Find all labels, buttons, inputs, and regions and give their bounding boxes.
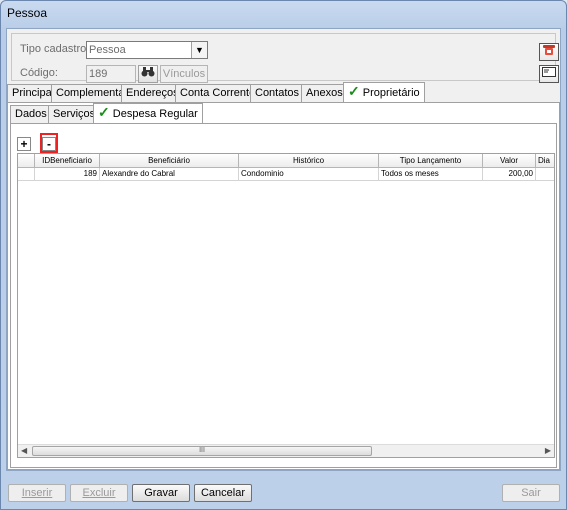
tab-conta-corrente[interactable]: Conta Corrente [175,84,261,102]
column-header-beneficiario[interactable]: Beneficiário [100,154,239,168]
phone-icon [543,45,555,55]
header-panel: Tipo cadastro Pessoa ▼ Código: 189 Víncu… [11,33,559,83]
chevron-down-icon[interactable]: ▼ [191,42,207,58]
tab-proprietario[interactable]: ✓ Proprietário [343,82,425,102]
row-indicator [18,168,35,181]
checkmark-icon: ✓ [348,83,360,99]
add-row-button[interactable]: + [17,137,31,151]
codigo-label: Código: [20,67,58,79]
excluir-button[interactable]: Excluir [70,484,128,502]
row-indicator-header [18,154,35,168]
gravar-label: Gravar [144,487,178,499]
cell-beneficiario[interactable]: Alexandre do Cabral [100,168,239,181]
highlight-box [40,133,58,153]
tipo-cadastro-select[interactable]: Pessoa ▼ [86,41,208,59]
excluir-label: Excluir [82,487,116,499]
tab-despesa-regular[interactable]: ✓ Despesa Regular [93,103,203,123]
gravar-button[interactable]: Gravar [132,484,190,502]
column-header-idbeneficiario[interactable]: IDBeneficiario [35,154,100,168]
sair-label: Sair [521,487,541,499]
inserir-button[interactable]: Inserir [8,484,66,502]
column-header-tipo-lancamento[interactable]: Tipo Lançamento [379,154,483,168]
scrollbar-thumb[interactable]: III [32,446,372,456]
window-title: Pessoa [7,6,48,20]
tab-anexos[interactable]: Anexos [301,84,348,102]
card-icon [542,67,556,77]
cell-valor[interactable]: 200,00 [483,168,536,181]
card-button[interactable] [539,65,559,83]
checkmark-icon: ✓ [98,104,110,120]
horizontal-scrollbar[interactable]: ◀ III ▶ [18,444,554,457]
column-header-dia[interactable]: Dia [536,154,554,168]
inserir-label: Inserir [21,487,53,499]
phone-button[interactable] [539,43,559,61]
search-binoculars-button[interactable] [138,65,158,83]
cell-historico[interactable]: Condominio [239,168,379,181]
cell-idbeneficiario[interactable]: 189 [35,168,100,181]
tab-contatos[interactable]: Contatos [250,84,305,102]
tipo-cadastro-label: Tipo cadastro [20,43,87,55]
pessoa-window: Pessoa Tipo cadastro Pessoa ▼ Código: 18… [0,0,567,510]
codigo-field[interactable]: 189 [86,65,136,83]
cell-tipo-lancamento[interactable]: Todos os meses [379,168,483,181]
window-client-area: Tipo cadastro Pessoa ▼ Código: 189 Víncu… [6,28,561,471]
tab-proprietario-label: Proprietário [362,87,420,99]
column-header-historico[interactable]: Histórico [239,154,379,168]
tipo-cadastro-value: Pessoa [89,44,126,56]
scroll-left-arrow-icon[interactable]: ◀ [21,446,27,455]
cell-dia[interactable]: 1 [536,168,554,181]
vinculos-button[interactable]: Vínculos [160,65,208,83]
tab-despesa-regular-label: Despesa Regular [112,108,198,120]
scroll-right-arrow-icon[interactable]: ▶ [545,446,551,455]
cancelar-button[interactable]: Cancelar [194,484,252,502]
binoculars-icon [141,67,155,77]
column-header-valor[interactable]: Valor [483,154,536,168]
cancelar-label: Cancelar [200,487,246,499]
tab-dados[interactable]: Dados [10,105,52,123]
despesa-grid[interactable]: IDBeneficiario Beneficiário Histórico Ti… [17,153,555,458]
sair-button[interactable]: Sair [502,484,560,502]
